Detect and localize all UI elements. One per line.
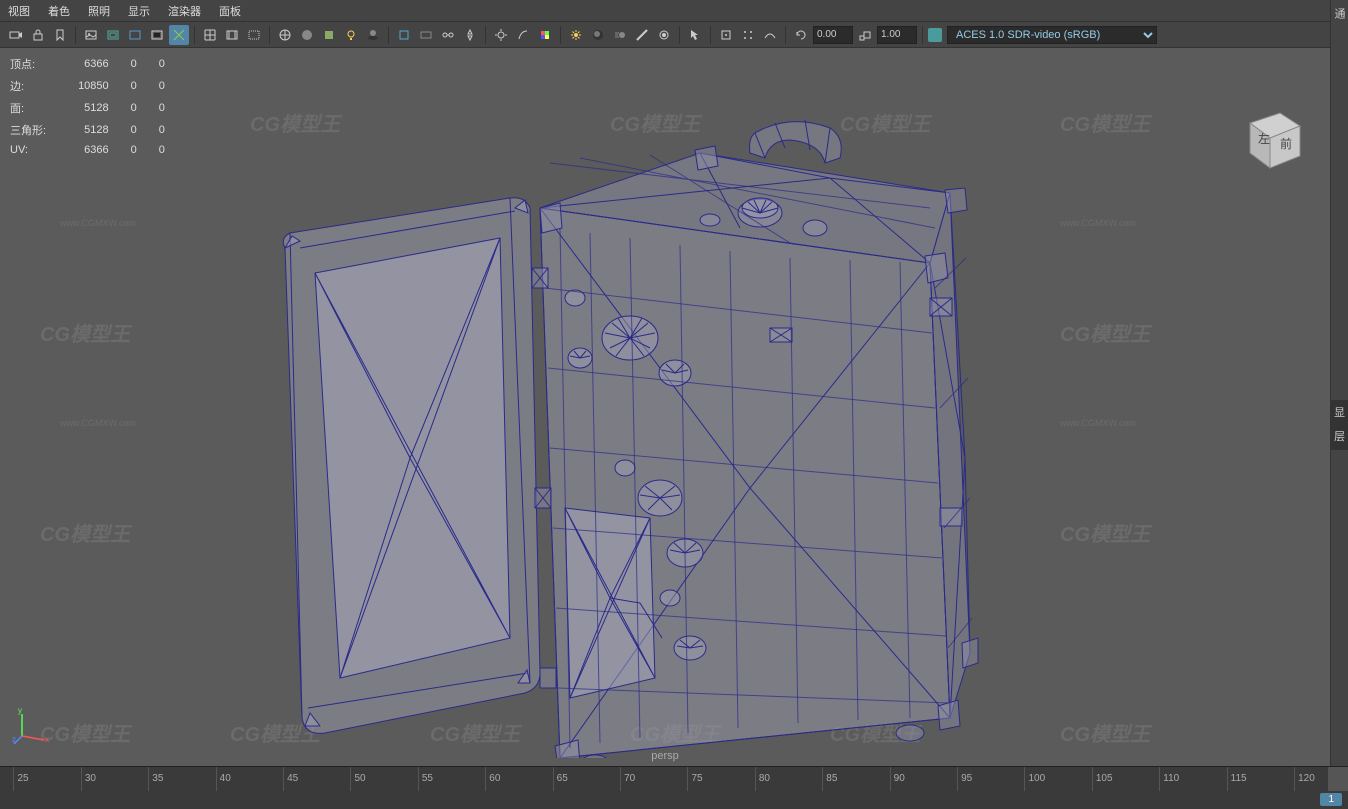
- gamma-icon[interactable]: [513, 25, 533, 45]
- wireframe-model[interactable]: [230, 108, 980, 758]
- stats-row-uvs: UV:636600: [10, 142, 185, 158]
- timeline-end-handle[interactable]: [1328, 767, 1348, 791]
- stats-hud: 顶点:636600 边:1085000 面:512800 三角形:512800 …: [8, 52, 187, 160]
- separator: [485, 26, 486, 44]
- separator: [922, 26, 923, 44]
- resolution-gate-icon[interactable]: [125, 25, 145, 45]
- separator: [560, 26, 561, 44]
- lock-camera-icon[interactable]: [28, 25, 48, 45]
- viewport-menubar: 视图 着色 照明 显示 渲染器 面板: [0, 0, 1348, 22]
- snap-grid-icon[interactable]: [738, 25, 758, 45]
- watermark: CG模型王: [40, 718, 130, 747]
- wireframe-shaded-icon[interactable]: [275, 25, 295, 45]
- svg-text:x: x: [45, 735, 49, 744]
- menu-shading[interactable]: 着色: [48, 3, 70, 19]
- watermark: CG模型王: [1060, 108, 1150, 137]
- motion-blur-icon[interactable]: [610, 25, 630, 45]
- timeline[interactable]: 25 30 35 40 45 50 55 60 65 70 75 80 85 9…: [0, 766, 1348, 809]
- watermark: CG模型王: [40, 318, 130, 347]
- select-camera-icon[interactable]: [6, 25, 26, 45]
- anti-alias-icon[interactable]: [632, 25, 652, 45]
- isolate-select-icon[interactable]: [394, 25, 414, 45]
- watermark-url: www.CGMXW.com: [60, 218, 136, 228]
- colorspace-icon: [928, 28, 942, 42]
- colorspace-select[interactable]: ACES 1.0 SDR-video (sRGB): [947, 26, 1157, 44]
- menu-lighting[interactable]: 照明: [88, 3, 110, 19]
- menu-view[interactable]: 视图: [8, 3, 30, 19]
- separator: [75, 26, 76, 44]
- right-sub-label: 层: [1330, 424, 1348, 448]
- right-panel-sub: 显 层: [1330, 400, 1348, 450]
- viewport[interactable]: 顶点:636600 边:1085000 面:512800 三角形:512800 …: [0, 48, 1330, 766]
- scale-icon[interactable]: [855, 25, 875, 45]
- separator: [679, 26, 680, 44]
- rotation-input[interactable]: [813, 26, 853, 44]
- right-panel: 通: [1330, 0, 1348, 766]
- xray-joints-icon[interactable]: [438, 25, 458, 45]
- grid-icon[interactable]: [200, 25, 220, 45]
- viewport-toolbar: ACES 1.0 SDR-video (sRGB): [0, 22, 1348, 48]
- shadows-icon[interactable]: [363, 25, 383, 45]
- stats-row-verts: 顶点:636600: [10, 54, 185, 74]
- dof-icon[interactable]: [654, 25, 674, 45]
- snap-curve-icon[interactable]: [760, 25, 780, 45]
- separator: [269, 26, 270, 44]
- stats-row-faces: 面:512800: [10, 98, 185, 118]
- smooth-shade-icon[interactable]: [297, 25, 317, 45]
- watermark-url: www.CGMXW.com: [60, 418, 136, 428]
- exposure-icon[interactable]: [491, 25, 511, 45]
- field-chart-icon[interactable]: [169, 25, 189, 45]
- svg-text:y: y: [18, 706, 22, 715]
- svg-text:z: z: [12, 735, 16, 744]
- light-icon[interactable]: [566, 25, 586, 45]
- watermark: CG模型王: [1060, 318, 1150, 347]
- separator: [785, 26, 786, 44]
- timeline-current-frame[interactable]: 1: [1320, 793, 1342, 806]
- selection-icon[interactable]: [685, 25, 705, 45]
- watermark: CG模型王: [40, 518, 130, 547]
- right-panel-label: 通: [1331, 0, 1347, 19]
- ao-icon[interactable]: [588, 25, 608, 45]
- rotate-icon[interactable]: [791, 25, 811, 45]
- view-transform-icon[interactable]: [535, 25, 555, 45]
- separator: [388, 26, 389, 44]
- film-gate-icon[interactable]: [103, 25, 123, 45]
- camera-label: persp: [651, 750, 679, 762]
- xray-icon[interactable]: [416, 25, 436, 45]
- gate-mask-icon[interactable]: [147, 25, 167, 45]
- axis-gizmo[interactable]: y x z: [12, 706, 52, 746]
- textured-icon[interactable]: [319, 25, 339, 45]
- viewcube[interactable]: 左 前: [1230, 98, 1310, 178]
- right-sub-label: 显: [1330, 400, 1348, 424]
- stats-row-tris: 三角形:512800: [10, 120, 185, 140]
- watermark-url: www.CGMXW.com: [1060, 418, 1136, 428]
- stats-row-edges: 边:1085000: [10, 76, 185, 96]
- scale-input[interactable]: [877, 26, 917, 44]
- svg-text:左: 左: [1258, 131, 1270, 146]
- menu-panels[interactable]: 面板: [219, 3, 241, 19]
- separator: [710, 26, 711, 44]
- use-all-lights-icon[interactable]: [341, 25, 361, 45]
- safe-action-icon[interactable]: [244, 25, 264, 45]
- film-icon[interactable]: [222, 25, 242, 45]
- snap-icon[interactable]: [716, 25, 736, 45]
- image-plane-icon[interactable]: [81, 25, 101, 45]
- menu-renderer[interactable]: 渲染器: [168, 3, 201, 19]
- xray-active-icon[interactable]: [460, 25, 480, 45]
- separator: [194, 26, 195, 44]
- svg-text:前: 前: [1280, 136, 1292, 151]
- bookmark-icon[interactable]: [50, 25, 70, 45]
- menu-display[interactable]: 显示: [128, 3, 150, 19]
- watermark-url: www.CGMXW.com: [1060, 218, 1136, 228]
- timeline-ruler[interactable]: 25 30 35 40 45 50 55 60 65 70 75 80 85 9…: [0, 767, 1348, 791]
- watermark: CG模型王: [1060, 518, 1150, 547]
- watermark: CG模型王: [1060, 718, 1150, 747]
